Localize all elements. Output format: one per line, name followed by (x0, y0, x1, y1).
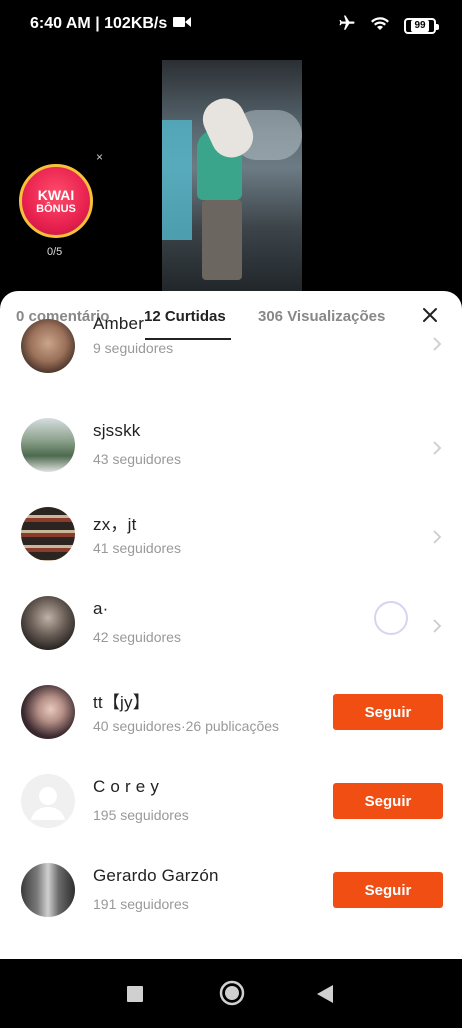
kwai-close-button[interactable]: × (96, 150, 103, 164)
list-item[interactable]: C o r e y 195 seguidores Seguir (0, 759, 462, 848)
airplane-icon (338, 14, 356, 37)
avatar[interactable] (21, 507, 75, 561)
home-icon[interactable] (219, 980, 245, 1006)
follow-button[interactable]: Seguir (333, 783, 443, 819)
status-time-speed: 6:40 AM | 102KB/s (30, 15, 168, 32)
avatar[interactable] (21, 319, 75, 373)
likes-sheet: 0 comentário 12 Curtidas 306 Visualizaçõ… (0, 291, 462, 959)
user-name: sjsskk (93, 421, 141, 440)
list-item[interactable]: Amber 9 seguidores (0, 314, 462, 403)
list-item[interactable]: sjsskk 43 seguidores (0, 403, 462, 492)
user-followers: 195 seguidores (93, 807, 189, 823)
avatar[interactable] (21, 863, 75, 917)
avatar[interactable] (21, 596, 75, 650)
loading-spinner-icon (374, 601, 408, 635)
status-bar: 6:40 AM | 102KB/s 99 (0, 0, 462, 50)
user-followers: 191 seguidores (93, 896, 189, 912)
avatar[interactable] (21, 418, 75, 472)
user-followers: 40 seguidores·26 publicações (93, 718, 280, 734)
chevron-right-icon[interactable] (430, 441, 444, 455)
user-name: C o r e y (93, 777, 160, 796)
list-item[interactable]: tt【jy】 40 seguidores·26 publicações Segu… (0, 670, 462, 759)
battery-icon: 99 (404, 17, 439, 34)
kwai-bonus-line1: KWAI (37, 186, 75, 203)
user-name: Gerardo Garzón (93, 866, 219, 885)
chevron-right-icon[interactable] (430, 337, 444, 351)
kwai-bonus-line2: BÔNUS (36, 202, 76, 215)
avatar[interactable] (21, 774, 75, 828)
user-name: tt【jy】 (93, 693, 150, 712)
default-avatar-icon (31, 787, 65, 820)
list-item[interactable]: Gerardo Garzón 191 seguidores Seguir (0, 848, 462, 937)
user-followers: 43 seguidores (93, 451, 181, 467)
user-name: Amber (93, 314, 145, 333)
wifi-icon (370, 15, 390, 36)
user-followers: 41 seguidores (93, 540, 181, 556)
video-frame[interactable] (162, 60, 302, 300)
list-item[interactable]: a· 42 seguidores (0, 581, 462, 670)
video-area[interactable]: × KWAI BÔNUS 0/5 (0, 50, 462, 300)
list-item[interactable]: zx，jt 41 seguidores (0, 492, 462, 581)
status-right: 99 (338, 14, 439, 37)
follow-button[interactable]: Seguir (333, 694, 443, 730)
recent-apps-icon[interactable] (126, 985, 144, 1003)
battery-level: 99 (411, 19, 429, 32)
chevron-right-icon[interactable] (430, 619, 444, 633)
chevron-right-icon[interactable] (430, 530, 444, 544)
kwai-progress: 0/5 (47, 246, 63, 258)
system-nav-bar (0, 959, 462, 1028)
user-name: zx，jt (93, 515, 137, 534)
user-name: a· (93, 599, 109, 618)
follow-button[interactable]: Seguir (333, 872, 443, 908)
status-left: 6:40 AM | 102KB/s (30, 15, 192, 33)
back-icon[interactable] (316, 984, 334, 1004)
user-followers: 9 seguidores (93, 340, 174, 356)
user-followers: 42 seguidores (93, 629, 181, 645)
avatar[interactable] (21, 685, 75, 739)
video-icon (173, 15, 192, 33)
kwai-bonus-badge[interactable]: KWAI BÔNUS (19, 164, 93, 238)
